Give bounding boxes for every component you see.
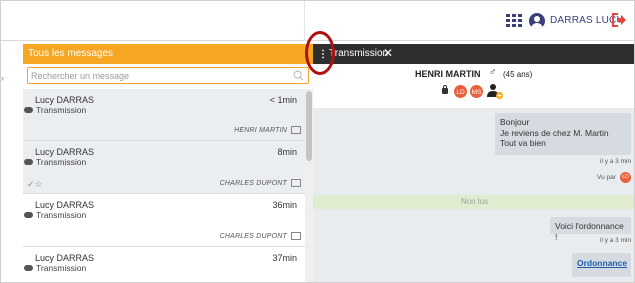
message-kind: Transmission [24,157,86,167]
document-icon [291,232,301,240]
message-line: Je reviens de chez M. Martin [500,127,609,138]
unread-separator: Non lus [313,195,634,209]
search-icon[interactable] [293,70,304,81]
message-search [27,67,309,84]
message-author: HENRI MARTIN [234,127,287,134]
patient-info: HENRI MARTIN ♂ (45 ans) LD MS [313,64,634,108]
logout-icon[interactable] [611,12,627,28]
message-time: < 1min [269,95,297,105]
message-time: 37min [272,253,297,263]
message-kind-label: Transmission [36,157,87,167]
message-list: Lucy DARRAS < 1min Transmission HENRI MA… [23,89,305,282]
highlight-annotation [305,31,335,75]
message-item[interactable]: Lucy DARRAS < 1min Transmission HENRI MA… [23,89,305,141]
seen-by-label: Vu par [597,174,616,181]
message-line: Bonjour [500,117,530,127]
patient-name: HENRI MARTIN [415,69,481,79]
messages-panel-header: Tous les messages [23,44,313,64]
document-icon [291,179,301,187]
document-icon [291,126,301,134]
read-star-icons[interactable]: ✓☆ [27,179,43,190]
message-item[interactable]: Lucy DARRAS 37min Transmission [23,247,305,282]
chat-bubble-icon [24,212,33,218]
message-kind-label: Transmission [36,263,87,273]
message-time: 8min [277,147,297,157]
message-sender: Lucy DARRAS [35,147,95,157]
add-participant-icon[interactable] [487,83,503,99]
male-icon: ♂ [489,67,497,78]
top-bar-divider [304,1,305,41]
message-line: Tout va bien [500,138,546,148]
chat-bubble-icon [24,107,33,113]
message-item[interactable]: Lucy DARRAS 36min Transmission CHARLES D… [23,194,305,247]
conversation-header: ⋮ Transmission ✕ [313,44,634,64]
patient-age: (45 ans) [503,70,533,79]
conversation-title: Transmission [329,48,389,59]
conversation-panel: ⋮ Transmission ✕ HENRI MARTIN ♂ (45 ans)… [313,44,634,282]
apps-grid-icon[interactable] [506,14,522,28]
message-list-scrollbar[interactable] [305,89,313,282]
lock-icon [442,85,448,94]
message-kind-label: Transmission [36,105,87,115]
messages-panel: Tous les messages Lucy DARRAS < 1min Tra… [23,44,313,282]
message-author: CHARLES DUPONT [219,180,287,187]
user-avatar-icon[interactable] [529,13,545,29]
close-icon[interactable]: ✕ [383,46,393,60]
message-kind-label: Transmission [36,210,87,220]
message-kind: Transmission [24,105,86,115]
collapse-arrow-icon[interactable]: › [1,73,4,83]
message-search-input[interactable] [31,69,281,82]
scrollbar-thumb[interactable] [306,91,312,161]
seen-by-badge: LD [620,172,631,183]
ordonnance-link[interactable]: Ordonnance [577,258,627,268]
message-bubble: Bonjour Je reviens de chez M. Martin Tou… [495,113,631,155]
message-sender: Lucy DARRAS [35,95,95,105]
app-window: DARRAS LUCY › Tous les messages Lucy DAR… [0,0,635,283]
chat-bubble-icon [24,265,33,271]
participant-badge[interactable]: LD [453,84,468,99]
message-kind: Transmission [24,210,86,220]
message-kind: Transmission [24,263,86,273]
chat-bubble-icon [24,159,33,165]
message-time: il y a 3 min [600,237,632,244]
message-sender: Lucy DARRAS [35,200,95,210]
participant-badge[interactable]: MS [469,84,484,99]
message-item[interactable]: Lucy DARRAS 8min Transmission ✓☆ CHARLES… [23,141,305,194]
message-author: CHARLES DUPONT [219,233,287,240]
messages-panel-title: Tous les messages [28,48,114,59]
message-time: 36min [272,200,297,210]
attachment-bubble: Ordonnance [572,253,631,277]
message-sender: Lucy DARRAS [35,253,95,263]
unread-label: Non lus [460,197,489,206]
message-time: il y a 3 min [600,158,632,165]
message-bubble: Voici l'ordonnance ! [550,217,631,242]
conversation-thread: Bonjour Je reviens de chez M. Martin Tou… [313,108,634,282]
